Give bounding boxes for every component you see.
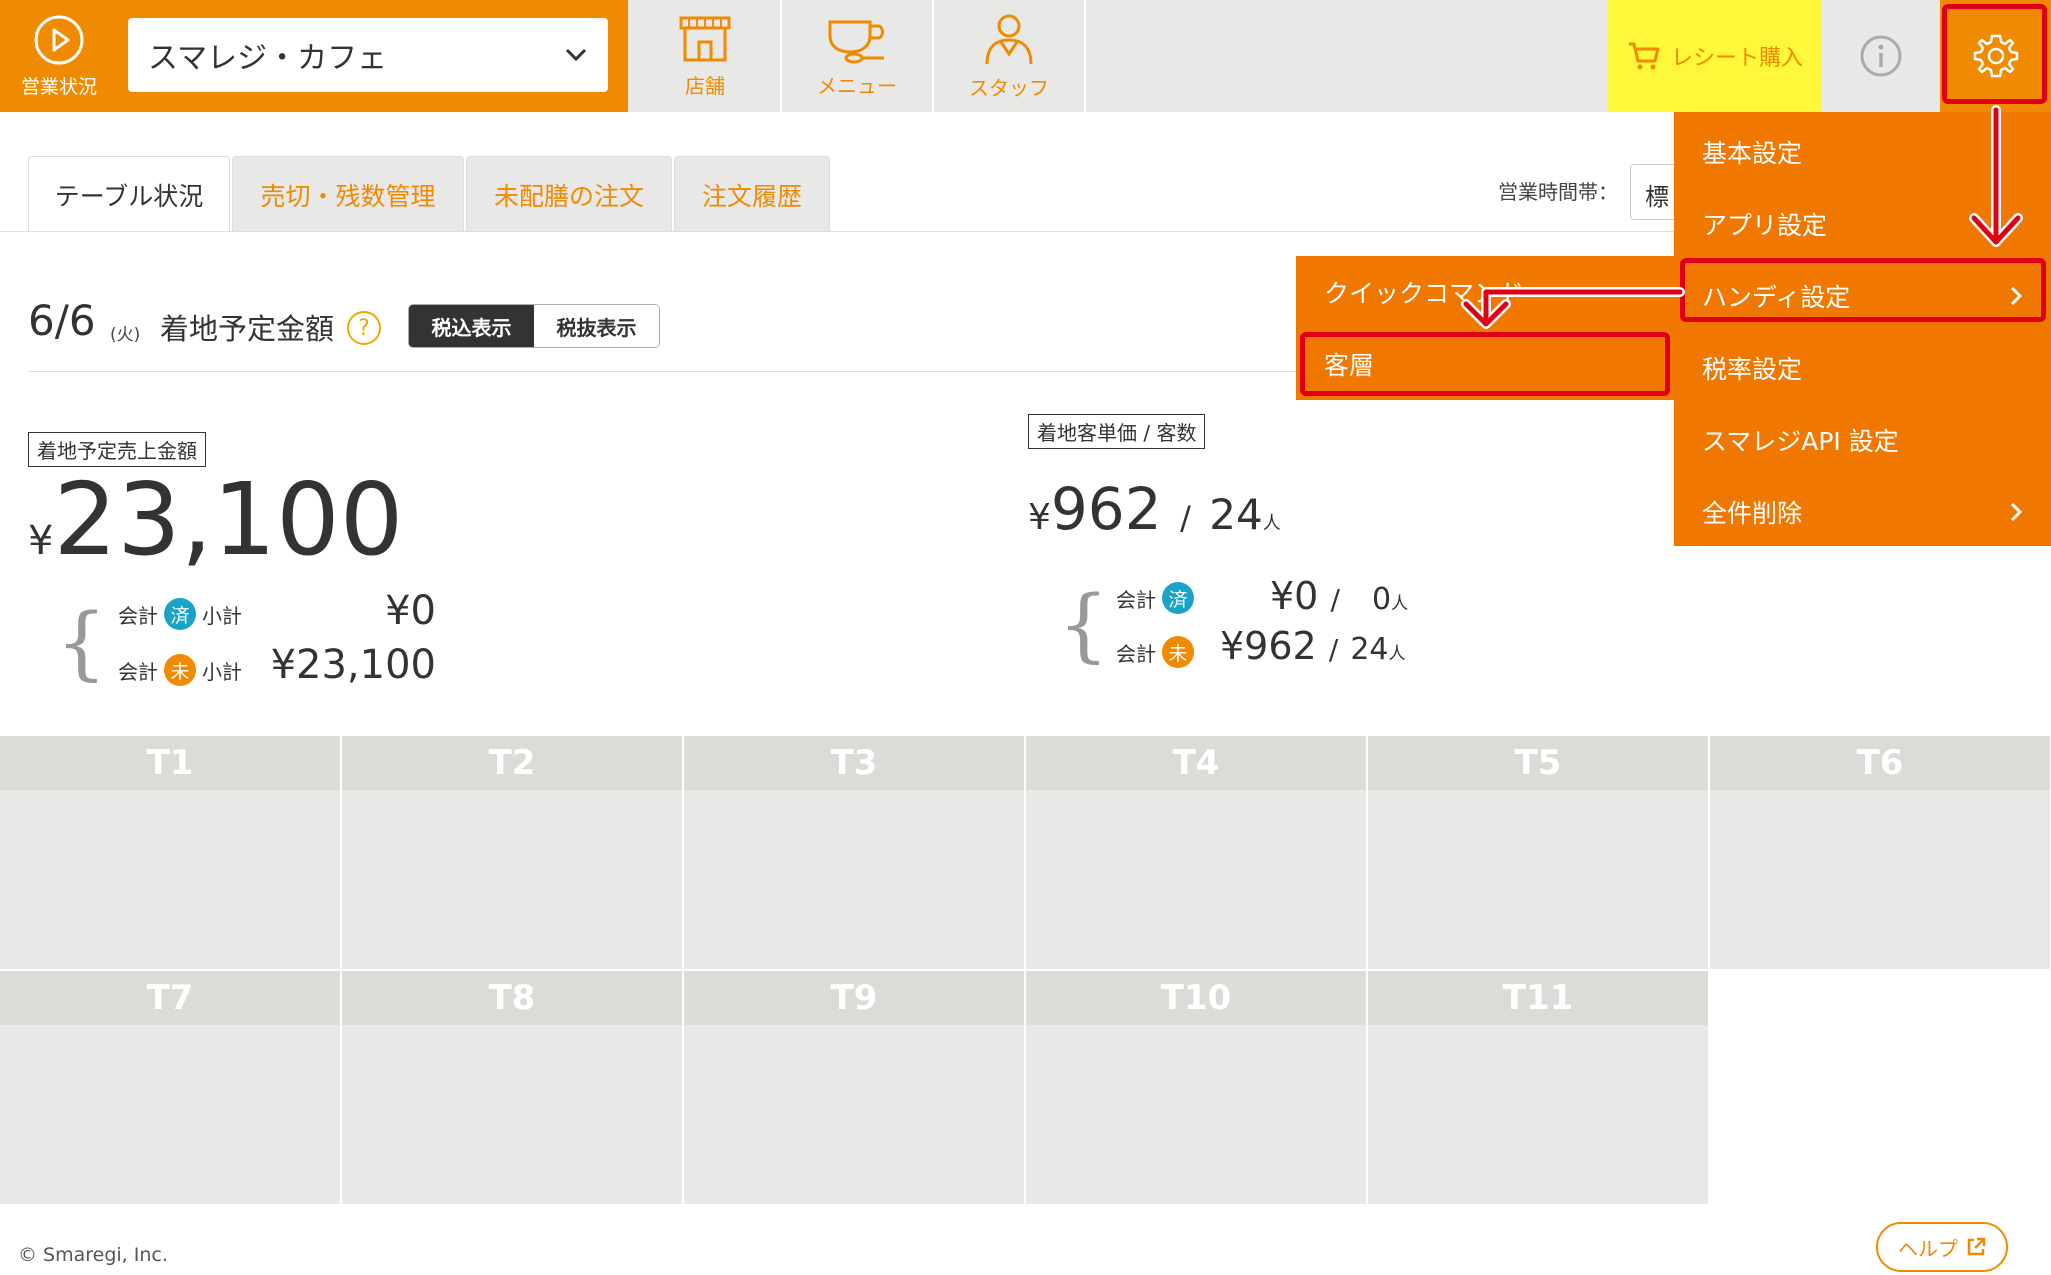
annotation-arrows bbox=[1461, 105, 2023, 329]
arrow-elbow-icon bbox=[1461, 287, 1685, 329]
arrow-down-icon bbox=[1969, 105, 2023, 247]
